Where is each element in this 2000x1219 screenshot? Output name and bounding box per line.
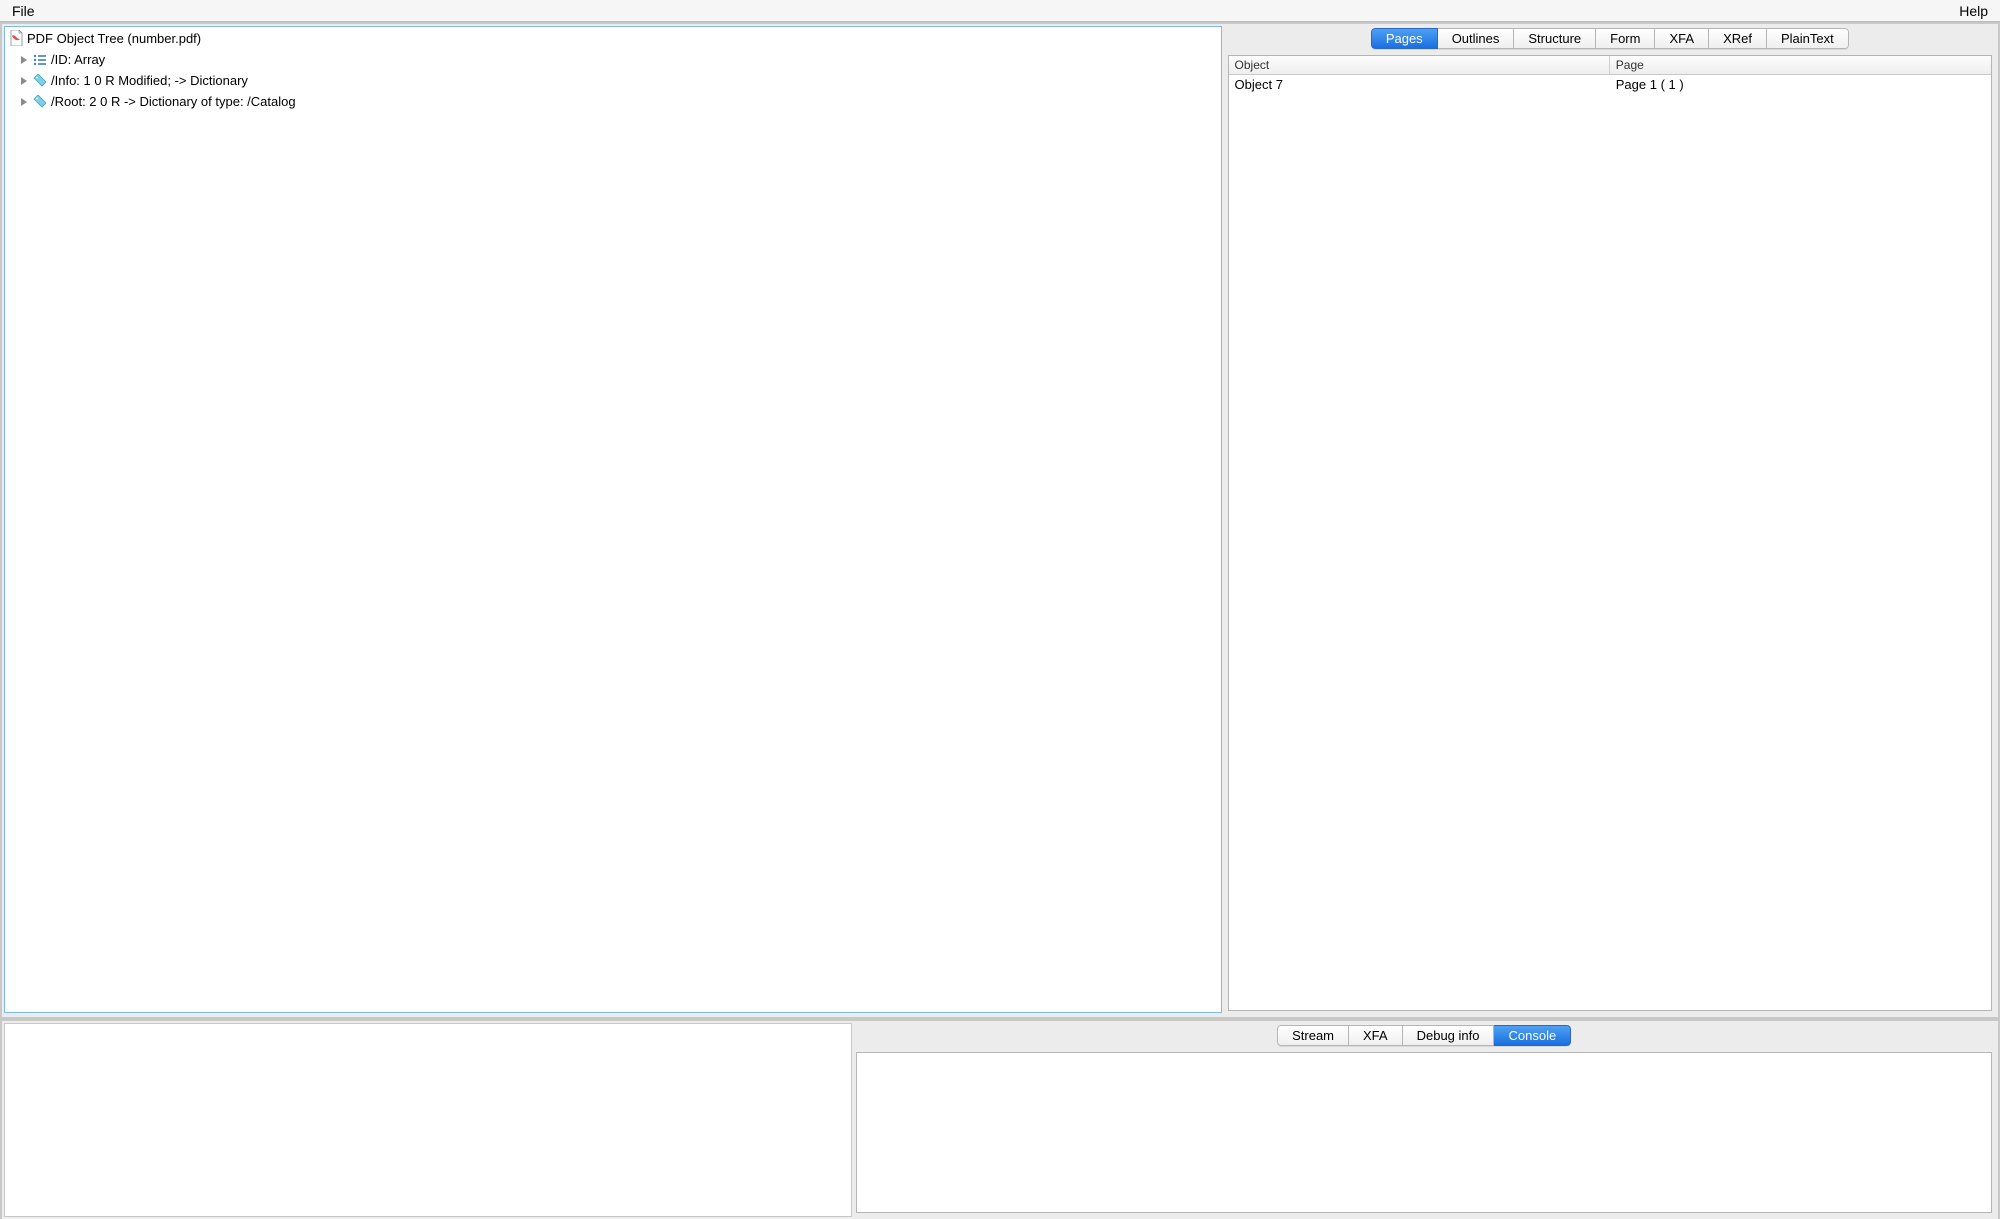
tree-item-label: /ID: Array [51, 52, 105, 67]
tab-plaintext[interactable]: PlainText [1767, 28, 1849, 49]
menubar: File Help [0, 0, 2000, 22]
tab-debug-info[interactable]: Debug info [1403, 1025, 1495, 1046]
bottom-left-panel[interactable] [4, 1023, 852, 1217]
right-tab-bar: PagesOutlinesStructureFormXFAXRefPlainTe… [1228, 28, 1992, 49]
column-header-object[interactable]: Object [1229, 56, 1610, 74]
right-panel: PagesOutlinesStructureFormXFAXRefPlainTe… [1226, 24, 1998, 1017]
table-row[interactable]: Object 7Page 1 ( 1 ) [1229, 75, 1991, 94]
menu-file[interactable]: File [6, 2, 41, 20]
bottom-tab-bar: StreamXFADebug infoConsole [856, 1025, 1992, 1046]
tree-item[interactable]: /Info: 1 0 R Modified; -> Dictionary [5, 70, 1221, 91]
tab-outlines[interactable]: Outlines [1438, 28, 1515, 49]
tree-item[interactable]: /ID: Array [5, 49, 1221, 70]
pdf-icon [9, 30, 23, 46]
tree-root[interactable]: PDF Object Tree (number.pdf) [5, 27, 1221, 49]
tree-item[interactable]: /Root: 2 0 R -> Dictionary of type: /Cat… [5, 91, 1221, 112]
chevron-right-icon[interactable] [19, 76, 29, 86]
tab-stream[interactable]: Stream [1277, 1025, 1349, 1046]
bottom-right-panel: StreamXFADebug infoConsole [854, 1021, 1998, 1219]
tab-structure[interactable]: Structure [1514, 28, 1596, 49]
tree-item-label: /Root: 2 0 R -> Dictionary of type: /Cat… [51, 94, 296, 109]
list-icon [33, 53, 47, 67]
cell-page: Page 1 ( 1 ) [1610, 76, 1991, 93]
tab-xref[interactable]: XRef [1709, 28, 1767, 49]
tab-form[interactable]: Form [1596, 28, 1655, 49]
tab-xfa[interactable]: XFA [1655, 28, 1709, 49]
tab-xfa[interactable]: XFA [1349, 1025, 1403, 1046]
right-list-header: Object Page [1229, 56, 1991, 75]
tree-root-label: PDF Object Tree (number.pdf) [27, 31, 201, 46]
tree-item-label: /Info: 1 0 R Modified; -> Dictionary [51, 73, 248, 88]
main-area: PDF Object Tree (number.pdf) /ID: Array /… [0, 22, 2000, 1219]
column-header-page[interactable]: Page [1610, 56, 1991, 74]
tag-icon [33, 95, 47, 109]
bottom-split: StreamXFADebug infoConsole [2, 1019, 1998, 1219]
chevron-right-icon[interactable] [19, 97, 29, 107]
tab-console[interactable]: Console [1494, 1025, 1571, 1046]
menu-help[interactable]: Help [1953, 2, 1994, 20]
tab-pages[interactable]: Pages [1371, 28, 1438, 49]
console-area[interactable] [856, 1052, 1992, 1213]
top-split: PDF Object Tree (number.pdf) /ID: Array /… [2, 24, 1998, 1019]
tag-icon [33, 74, 47, 88]
chevron-right-icon[interactable] [19, 55, 29, 65]
tree-panel[interactable]: PDF Object Tree (number.pdf) /ID: Array /… [4, 26, 1222, 1013]
cell-object: Object 7 [1229, 76, 1610, 93]
right-list[interactable]: Object Page Object 7Page 1 ( 1 ) [1228, 55, 1992, 1011]
